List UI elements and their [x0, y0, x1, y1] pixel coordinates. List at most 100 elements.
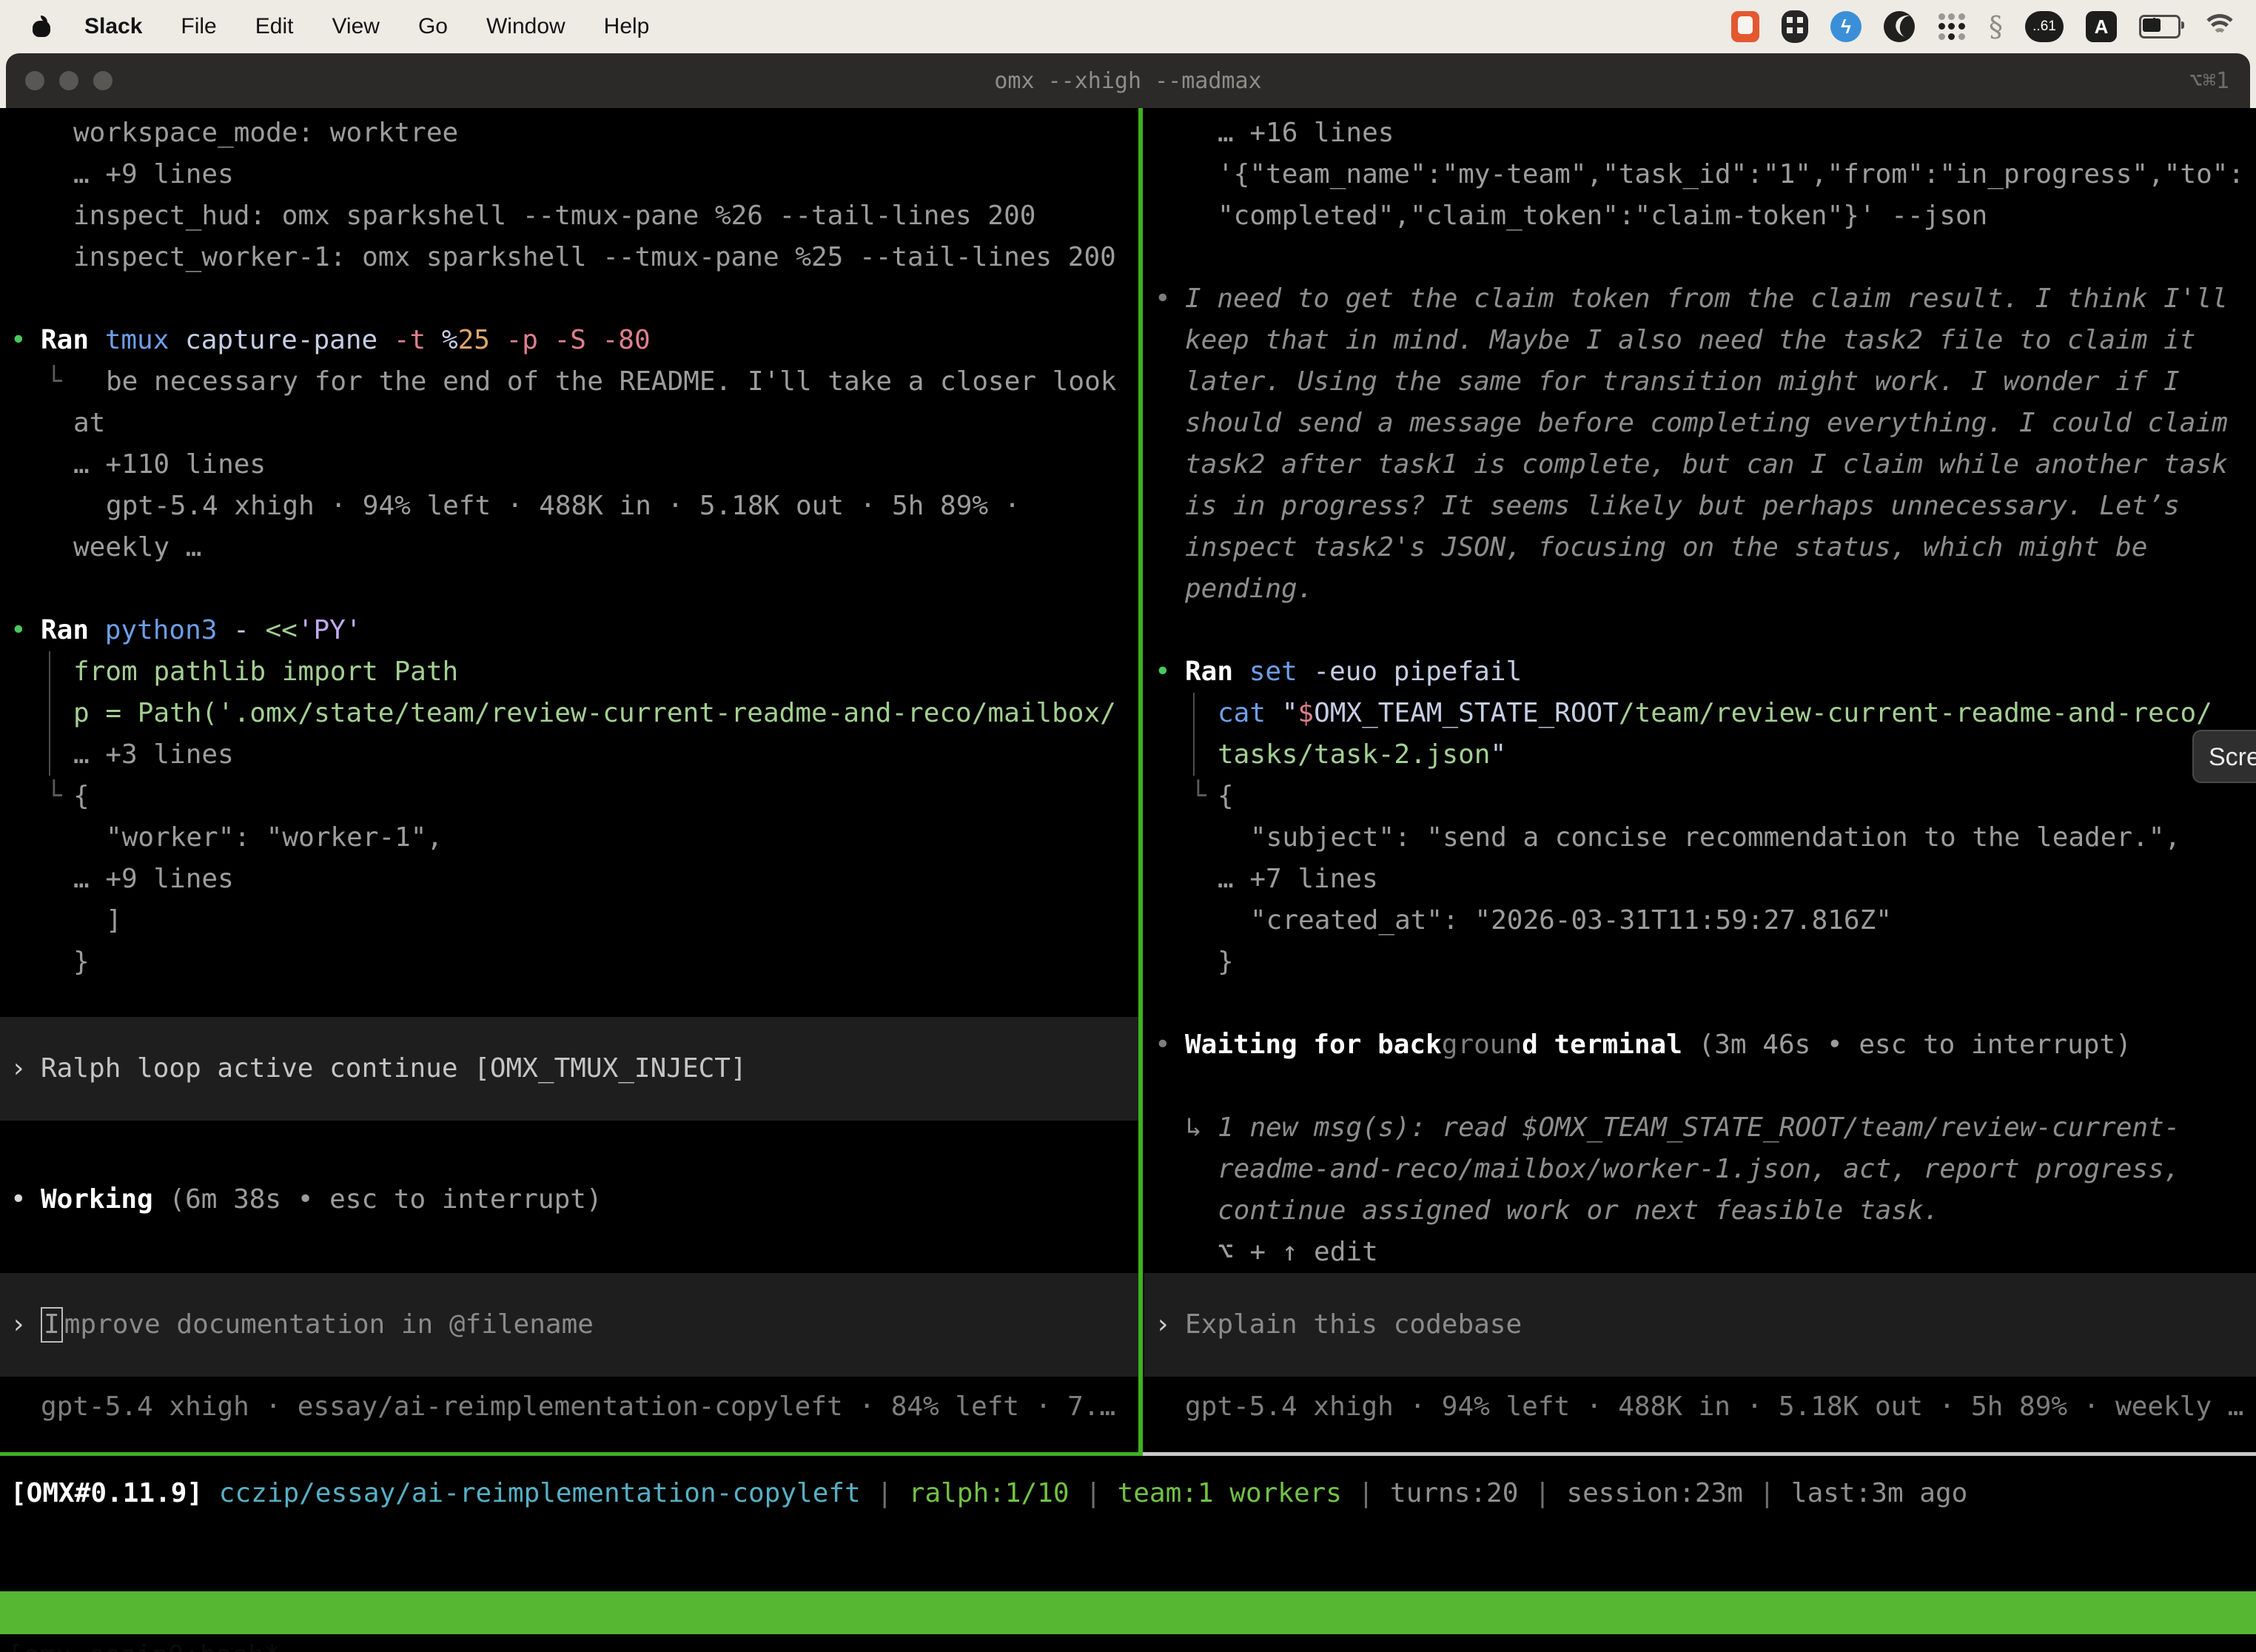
terminal-line: readme-and-reco/mailbox/worker-1.json, a… — [1144, 1149, 2256, 1190]
line-text: -p -S -80 — [506, 325, 651, 355]
terminal-line: tasks/task-2.json" — [1144, 734, 2256, 776]
line-text: /team/review-current-readme-and-reco/ — [1619, 698, 2212, 728]
terminal-line: gpt-5.4 xhigh · 94% left · 488K in · 5.1… — [1144, 1386, 2256, 1428]
menu-item-help[interactable]: Help — [604, 14, 650, 39]
terminal-line: should send a message before completing … — [1144, 403, 2256, 444]
composer-input-left[interactable]: ›Improve documentation in @filename — [0, 1273, 1138, 1377]
line-text: { — [73, 781, 90, 811]
apple-menu-icon[interactable] — [31, 16, 53, 38]
line-text: << — [265, 615, 297, 645]
tmux-session-name[interactable]: [omx-cczip0:bash* — [7, 1634, 280, 1652]
line-text: (6m 38s • esc to interrupt) — [169, 1184, 602, 1215]
line-text: inspect task2's JSON, focusing on the st… — [1185, 532, 2147, 563]
omx-session-time: session:23m — [1566, 1478, 1759, 1508]
line-text: Ran — [41, 325, 105, 355]
badge-61-icon[interactable]: ..61 — [2025, 11, 2064, 42]
line-text: 'PY' — [298, 615, 362, 645]
line-text: ] — [106, 905, 122, 936]
line-text: '{"team_name":"my-team","task_id":"1","f… — [1218, 159, 2244, 189]
terminal-line: … +9 lines — [0, 154, 1138, 195]
window-titlebar[interactable]: omx --xhigh --madmax ⌥⌘1 — [6, 53, 2250, 108]
line-text: … +7 lines — [1218, 864, 1378, 894]
terminal-line — [1144, 610, 2256, 651]
line-text: python3 — [105, 615, 233, 645]
line-marker: └ — [46, 776, 62, 817]
terminal-line: ] — [0, 900, 1138, 941]
line-text: OMX_TEAM_STATE_ROOT — [1314, 698, 1619, 728]
terminal-line: gpt-5.4 xhigh · essay/ai-reimplementatio… — [0, 1386, 1138, 1428]
terminal-line: ›Explain this codebase — [1144, 1304, 2256, 1346]
line-text: $ — [1297, 698, 1314, 728]
terminal-line: "worker": "worker-1", — [0, 817, 1138, 859]
terminal-line: └be necessary for the end of the README.… — [0, 361, 1138, 403]
terminal-line: from pathlib import Path — [0, 651, 1138, 693]
line-text: weekly … — [73, 532, 201, 563]
line-text: cat — [1218, 698, 1282, 728]
line-text: Waiting for back — [1185, 1030, 1442, 1060]
line-text: from pathlib import Path — [73, 657, 458, 687]
line-text: - — [233, 615, 265, 645]
assistant-a-icon[interactable]: A — [2086, 11, 2117, 42]
line-text: workspace_mode: worktree — [73, 118, 458, 148]
terminal-line: is in progress? It seems likely but perh… — [1144, 486, 2256, 527]
pane-bottom-border — [0, 1452, 2256, 1456]
line-text: continue assigned work or next feasible … — [1218, 1195, 1939, 1226]
terminal-line: later. Using the same for transition mig… — [1144, 361, 2256, 403]
terminal-line: •I need to get the claim token from the … — [1144, 278, 2256, 320]
menu-item-view[interactable]: View — [332, 14, 379, 39]
terminal-line: •Waiting for background terminal (3m 46s… — [1144, 1024, 2256, 1066]
right-agent-pane[interactable]: … +16 lines '{"team_name":"my-team","task… — [1144, 108, 2256, 1452]
line-text: … +9 lines — [73, 159, 234, 189]
terminal-line: … +7 lines — [1144, 859, 2256, 900]
terminal-line: •Ran set -euo pipefail — [1144, 651, 2256, 693]
line-text: "subject": "send a concise recommendatio… — [1250, 822, 2181, 853]
terminal-line — [1144, 237, 2256, 278]
line-text: … +9 lines — [73, 864, 234, 894]
line-text: "worker": "worker-1", — [106, 822, 443, 853]
dark-crescent-icon[interactable] — [1884, 11, 1915, 42]
line-text: … +16 lines — [1218, 118, 1394, 148]
line-text: set — [1249, 657, 1314, 687]
left-agent-pane[interactable]: workspace_mode: worktree … +9 lines inspec… — [0, 108, 1138, 1452]
menu-item-go[interactable]: Go — [418, 14, 448, 39]
line-marker: • — [10, 320, 27, 361]
line-marker: › — [10, 1304, 27, 1346]
terminal-line: └{ — [1144, 776, 2256, 817]
line-text: { — [1218, 781, 1234, 811]
line-text: inspect_worker-1: omx sparkshell --tmux-… — [73, 242, 1116, 272]
grid-dots-icon[interactable] — [1937, 12, 1967, 41]
terminal-line: cat "$OMX_TEAM_STATE_ROOT/team/review-cu… — [1144, 693, 2256, 734]
squiggle-icon[interactable]: § — [1989, 10, 2003, 43]
terminal-line: •Ran python3 - <<'PY' — [0, 610, 1138, 651]
omx-version: [OMX#0.11.9] — [10, 1478, 203, 1508]
line-text: gpt-5.4 xhigh · 94% left · 488K in · 5.1… — [106, 491, 1020, 521]
orange-chat-icon[interactable] — [1731, 11, 1759, 42]
line-text: inspect_hud: omx sparkshell --tmux-pane … — [73, 201, 1035, 231]
terminal-line: task2 after task1 is complete, but can I… — [1144, 444, 2256, 486]
line-text: capture-pane — [185, 325, 394, 355]
composer-input-right[interactable]: ›Explain this codebase — [1144, 1273, 2256, 1377]
line-text: at — [73, 408, 105, 438]
terminal-line: pending. — [1144, 568, 2256, 610]
screen: Slack File Edit View Go Window Help ϟ § … — [0, 0, 2256, 1652]
menu-item-slack[interactable]: Slack — [84, 14, 142, 39]
menu-item-window[interactable]: Window — [486, 14, 565, 39]
line-text: " — [1282, 698, 1298, 728]
terminal-line: "subject": "send a concise recommendatio… — [1144, 817, 2256, 859]
omx-turns: turns:20 — [1390, 1478, 1534, 1508]
terminal-area: workspace_mode: worktree … +9 lines inspec… — [0, 108, 2256, 1452]
line-text: } — [73, 947, 90, 977]
line-text: gpt-5.4 xhigh · 94% left · 488K in · 5.1… — [1185, 1391, 2243, 1422]
line-text: should send a message before completing … — [1185, 408, 2228, 438]
line-text: be necessary for the end of the README. … — [106, 366, 1116, 397]
shield-grid-icon[interactable] — [1782, 10, 1808, 43]
omx-last-activity: last:3m ago — [1791, 1478, 1967, 1508]
menu-item-edit[interactable]: Edit — [255, 14, 294, 39]
terminal-line — [1144, 1066, 2256, 1107]
pane-divider[interactable] — [1138, 108, 1143, 1452]
blue-bolt-icon[interactable]: ϟ — [1830, 11, 1861, 42]
spacer — [0, 1377, 1138, 1386]
wifi-icon[interactable] — [2203, 14, 2237, 39]
menu-item-file[interactable]: File — [181, 14, 216, 39]
line-text: " — [1490, 739, 1506, 770]
